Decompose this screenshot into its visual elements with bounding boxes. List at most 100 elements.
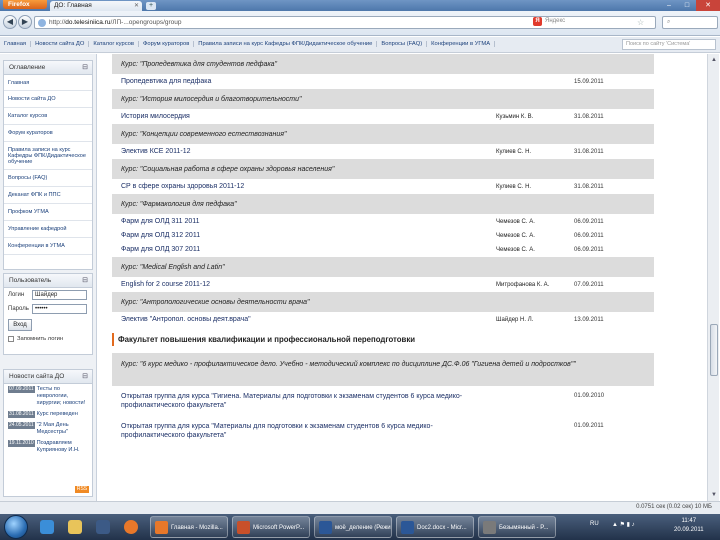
news-list: 07.09.2011 Тесты по неврологии, хирургии;… xyxy=(4,384,92,456)
sidebar-nav-item[interactable]: Профком УГМА xyxy=(4,204,92,221)
news-text[interactable]: Поздравляем Куприянову И.Н. xyxy=(37,440,88,454)
url-prefix: http:// xyxy=(49,19,66,26)
group-link[interactable]: СР в сфере охраны здоровья 2011-12 xyxy=(121,180,244,194)
course-header-row: Курс: "Антропологические основы деятельн… xyxy=(112,292,654,313)
site-menu-item[interactable]: Каталог курсов xyxy=(93,41,139,47)
course-group-row: Фарм для ОЛД 311 2011 Чемезов С. А. 06.09.… xyxy=(112,215,654,229)
news-item[interactable]: 19.11.2010 Поздравляем Куприянову И.Н. xyxy=(4,438,92,456)
remember-checkbox[interactable] xyxy=(8,336,14,342)
site-menu-item[interactable]: Правила записи на курс Кафедры ФПК/Дидак… xyxy=(198,41,378,47)
browser-search-input[interactable]: ⌕ xyxy=(662,16,718,29)
remember-login[interactable]: Запомнить логин xyxy=(4,334,92,344)
news-item[interactable]: 07.09.2011 Тесты по неврологии, хирургии;… xyxy=(4,384,92,409)
minimize-icon[interactable]: – xyxy=(660,0,678,11)
browser-titlebar: Firefox ДО: Главная ✕ + – □ ✕ xyxy=(0,0,720,11)
taskbar-window-button[interactable]: Microsoft PowerP... xyxy=(232,516,310,538)
sidebar-nav-item[interactable]: Деканат ФПК и ППС xyxy=(4,187,92,204)
status-text: 0.0751 сек (0.02 сек) 10 МБ xyxy=(636,504,712,510)
group-link[interactable]: Фарм для ОЛД 307 2011 xyxy=(121,243,200,257)
back-arrow-icon[interactable]: ◀ xyxy=(3,15,17,29)
navigation-block-title: Оглавление ⊟ xyxy=(4,61,92,75)
group-link[interactable]: Электив КСЕ 2011-12 xyxy=(121,145,191,159)
course-header-row: Курс: "Социальная работа в сфере охраны … xyxy=(112,159,654,180)
site-identity-icon[interactable] xyxy=(38,19,46,27)
app-icon xyxy=(237,521,250,534)
login-block: Пользователь ⊟ Логин Шайдер Пароль •••••… xyxy=(3,273,93,355)
news-date: 24.05.2011 xyxy=(8,422,35,429)
clock[interactable]: 11:47 20.09.2011 xyxy=(674,517,704,535)
tray-icons[interactable]: ▲ ⚑ ▮ ♪ xyxy=(612,521,635,528)
app-icon xyxy=(483,521,496,534)
tab-main[interactable]: ДО: Главная ✕ xyxy=(50,1,142,11)
course-header-row: Курс: "История милосердия и благотворите… xyxy=(112,89,654,110)
group-date: 07.09.2011 xyxy=(574,282,604,288)
news-text[interactable]: Курс переведен xyxy=(37,411,78,418)
firefox-menu-button[interactable]: Firefox xyxy=(3,0,47,9)
site-menu-item[interactable]: Вопросы (FAQ) xyxy=(381,41,428,47)
site-menu-item[interactable]: Главная xyxy=(4,41,32,47)
search-icon[interactable]: ⌕ xyxy=(667,19,670,25)
group-link[interactable]: Электив "Антропол. основы деят.врача" xyxy=(121,313,251,327)
sidebar-nav-item[interactable]: Конференции в УГМА xyxy=(4,238,92,255)
site-menu-item[interactable]: Новости сайта ДО xyxy=(35,41,90,47)
login-block-title: Пользователь ⊟ xyxy=(4,274,92,288)
ie-pin[interactable] xyxy=(34,516,60,538)
main-content: Курс: "Пропедевтика для студентов педфак… xyxy=(100,54,705,501)
faculty-group-row: Открытая группа для курса "Гигиена. Мате… xyxy=(112,387,654,417)
window-close-icon[interactable]: ✕ xyxy=(696,0,720,11)
forward-arrow-icon[interactable]: ▶ xyxy=(18,15,32,29)
task-label: Безымянный - P... xyxy=(499,525,549,531)
group-author: Кузьмин К. В. xyxy=(496,114,534,120)
site-menu-item[interactable]: Форум кураторов xyxy=(143,41,195,47)
taskbar-window-button[interactable]: моё_деление (Режим... xyxy=(314,516,392,538)
group-link[interactable]: История милосердия xyxy=(121,110,190,124)
group-link[interactable]: Пропедевтика для педфака xyxy=(121,75,211,89)
site-search-input[interactable]: Поиск по сайту 'Система' xyxy=(622,39,716,50)
start-button-icon[interactable] xyxy=(4,515,28,539)
taskbar-window-button[interactable]: Doc2.docx - Micr... xyxy=(396,516,474,538)
course-rows: Курс: "Пропедевтика для студентов педфак… xyxy=(112,54,654,327)
yandex-icon[interactable]: Я xyxy=(533,17,542,26)
scroll-thumb[interactable] xyxy=(710,324,718,376)
collapse-icon[interactable]: ⊟ xyxy=(82,370,88,384)
news-text[interactable]: "2 Мая День Медсестры" xyxy=(37,422,88,436)
course-header-row: Курс: "Концепции современного естествозн… xyxy=(112,124,654,145)
login-button[interactable]: Вход xyxy=(8,319,32,331)
group-link[interactable]: Открытая группа для курса "Материалы для… xyxy=(121,422,491,440)
taskbar-window-button[interactable]: Главная - Mozilla... xyxy=(150,516,228,538)
collapse-icon[interactable]: ⊟ xyxy=(82,274,88,288)
group-link[interactable]: Фарм для ОЛД 311 2011 xyxy=(121,215,200,229)
sidebar-nav-item[interactable]: Управление кафедрой xyxy=(4,221,92,238)
sidebar-nav-item[interactable]: Вопросы (FAQ) xyxy=(4,170,92,187)
news-item[interactable]: 24.05.2011 "2 Мая День Медсестры" xyxy=(4,420,92,438)
group-link[interactable]: Фарм для ОЛД 312 2011 xyxy=(121,229,200,243)
group-date: 06.09.2011 xyxy=(574,233,604,239)
navigation-bar: ◀ ▶ http://do.telesiniica.ru/ЛП-...openg… xyxy=(0,11,720,36)
sidebar-nav-item[interactable]: Форум кураторов xyxy=(4,125,92,142)
news-block-title: Новости сайта ДО ⊟ xyxy=(4,370,92,384)
sidebar-nav-item[interactable]: Главная xyxy=(4,75,92,91)
group-link[interactable]: Открытая группа для курса "Гигиена. Мате… xyxy=(121,392,491,410)
scroll-down-icon[interactable]: ▼ xyxy=(710,491,718,499)
collapse-icon[interactable]: ⊟ xyxy=(82,61,88,75)
sidebar-nav-item[interactable]: Правила записи на курс Кафедры ФПК/Дидак… xyxy=(4,142,92,170)
vertical-scrollbar[interactable]: ▲ ▼ xyxy=(707,54,719,501)
password-field[interactable]: •••••• xyxy=(32,304,87,314)
rss-icon[interactable]: RSS xyxy=(75,486,89,493)
scroll-up-icon[interactable]: ▲ xyxy=(710,56,718,64)
news-item[interactable]: 31.08.2011 Курс переведен xyxy=(4,409,92,420)
news-text[interactable]: Тесты по неврологии, хирургии; новости! xyxy=(37,386,88,407)
sidebar-nav-item[interactable]: Каталог курсов xyxy=(4,108,92,125)
group-link[interactable]: English for 2 course 2011-12 xyxy=(121,278,210,292)
taskbar-window-button[interactable]: Безымянный - P... xyxy=(478,516,556,538)
tray-language[interactable]: RU xyxy=(590,521,599,527)
login-field[interactable]: Шайдер xyxy=(32,290,87,300)
site-menu-item[interactable]: Конференции в УГМА xyxy=(431,41,496,47)
firefox-pin[interactable] xyxy=(118,516,144,538)
media-pin[interactable] xyxy=(90,516,116,538)
close-icon[interactable]: ✕ xyxy=(134,1,139,11)
sidebar-nav-item[interactable]: Новости сайта ДО xyxy=(4,91,92,108)
new-tab-button[interactable]: + xyxy=(146,2,156,10)
maximize-icon[interactable]: □ xyxy=(678,0,696,11)
explorer-pin[interactable] xyxy=(62,516,88,538)
